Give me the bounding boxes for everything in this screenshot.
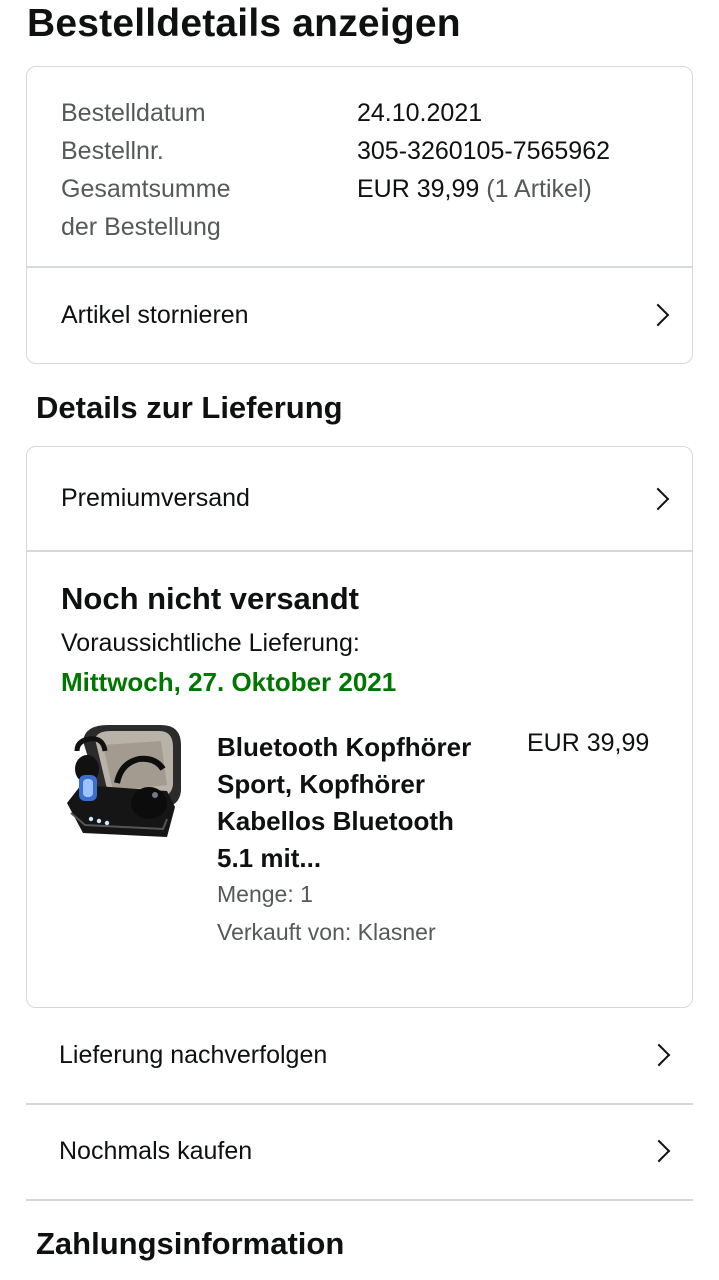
buy-again-label: Nochmals kaufen bbox=[59, 1136, 253, 1165]
order-date-value: 24.10.2021 bbox=[357, 99, 483, 127]
product-title-line: 5.1 mit... bbox=[217, 843, 322, 873]
order-date-row: Bestelldatum 24.10.2021 bbox=[61, 94, 482, 132]
order-total-items: (1 Artikel) bbox=[486, 175, 592, 203]
eta-date: Mittwoch, 27. Oktober 2021 bbox=[61, 667, 397, 697]
product-title-line: Kabellos Bluetooth bbox=[217, 806, 454, 836]
row-divider bbox=[26, 1199, 693, 1201]
order-summary-card: Bestelldatum 24.10.2021 Bestellnr. 305-3… bbox=[26, 66, 693, 364]
order-total-label-line1: Gesamtsumme bbox=[61, 175, 231, 203]
delivery-card: Premiumversand Noch nicht versandt Vorau… bbox=[26, 446, 693, 1008]
product-price: EUR 39,99 bbox=[527, 729, 650, 757]
order-total-label-line2: der Bestellung bbox=[61, 213, 221, 241]
order-number-label: Bestellnr. bbox=[61, 137, 164, 165]
product-quantity: Menge: 1 bbox=[217, 881, 313, 907]
shipping-method-button[interactable]: Premiumversand bbox=[27, 447, 692, 550]
order-total-value: EUR 39,99 (1 Artikel) bbox=[357, 170, 592, 208]
order-date-label: Bestelldatum bbox=[61, 99, 206, 127]
order-total-label-row2: der Bestellung bbox=[61, 208, 221, 246]
earbuds-product-image[interactable] bbox=[63, 721, 185, 851]
delivery-heading: Details zur Lieferung bbox=[36, 390, 343, 425]
track-delivery-label: Lieferung nachverfolgen bbox=[59, 1040, 328, 1069]
chevron-right-icon bbox=[646, 303, 670, 327]
product-title-line: Sport, Kopfhörer bbox=[217, 769, 425, 799]
chevron-right-icon bbox=[647, 1043, 671, 1067]
eta-label: Voraussichtliche Lieferung: bbox=[61, 629, 360, 657]
cancel-items-label: Artikel stornieren bbox=[61, 300, 249, 329]
chevron-right-icon bbox=[646, 487, 670, 510]
order-number-value: 305-3260105-7565962 bbox=[357, 137, 611, 165]
product-title-line: Bluetooth Kopfhörer bbox=[217, 732, 472, 762]
page-title: Bestelldetails anzeigen bbox=[27, 2, 461, 45]
order-number-row: Bestellnr. 305-3260105-7565962 bbox=[61, 132, 610, 170]
buy-again-button[interactable]: Nochmals kaufen bbox=[26, 1104, 693, 1198]
shipment-status: Noch nicht versandt bbox=[61, 581, 359, 616]
payment-heading: Zahlungsinformation bbox=[36, 1226, 345, 1261]
card-divider bbox=[27, 550, 692, 552]
order-total-row: Gesamtsumme EUR 39,99 (1 Artikel) bbox=[61, 170, 592, 208]
product-title-link[interactable]: Bluetooth Kopfhörer Sport, Kopfhörer Kab… bbox=[217, 729, 507, 877]
chevron-right-icon bbox=[647, 1139, 671, 1163]
shipping-method-label: Premiumversand bbox=[61, 484, 250, 512]
cancel-items-button[interactable]: Artikel stornieren bbox=[27, 267, 692, 363]
track-delivery-button[interactable]: Lieferung nachverfolgen bbox=[26, 1008, 693, 1102]
order-total-amount: EUR 39,99 bbox=[357, 175, 480, 203]
product-seller: Verkauft von: Klasner bbox=[217, 919, 436, 945]
